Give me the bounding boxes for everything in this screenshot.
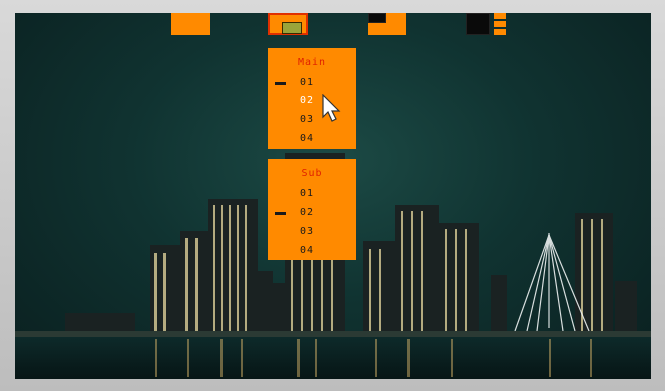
menu-item-label: 03 [300, 226, 315, 237]
sub-menu-title: Sub [301, 168, 323, 179]
sub-menu-item-03[interactable]: 03 [268, 223, 356, 241]
sub-menu-item-04[interactable]: 04 [268, 242, 356, 260]
main-menu-item-04[interactable]: 04 [268, 130, 356, 148]
sub-source-menu: Sub 01 02 03 04 [268, 159, 356, 260]
sub-menu-item-01[interactable]: 01 [268, 185, 356, 203]
menu-item-label: 04 [300, 245, 315, 256]
layout-pip-button[interactable] [268, 13, 308, 35]
layout-grid-icon [466, 13, 490, 35]
layout-split-button[interactable] [368, 13, 406, 35]
mouse-pointer-icon [322, 94, 341, 122]
main-menu-item-01[interactable]: 01 [268, 74, 356, 92]
layout-full-button[interactable] [171, 13, 210, 35]
sub-menu-item-02[interactable]: 02 [268, 204, 356, 222]
monitor-bezel: Main 01 02 03 04 Sub 01 02 03 04 [0, 0, 665, 391]
layout-grid-button[interactable] [466, 13, 506, 35]
selected-marker-icon [275, 82, 286, 85]
layout-split-icon [368, 13, 386, 23]
layout-pip-icon [282, 22, 302, 34]
menu-item-label: 04 [300, 133, 315, 144]
menu-item-label: 01 [300, 188, 315, 199]
selected-marker-icon [275, 212, 286, 215]
main-menu-title: Main [297, 57, 327, 68]
video-screen: Main 01 02 03 04 Sub 01 02 03 04 [15, 13, 651, 379]
menu-item-label: 03 [300, 114, 315, 125]
menu-item-label: 01 [300, 77, 315, 88]
menu-item-label: 02 [300, 95, 315, 106]
menu-item-label: 02 [300, 207, 315, 218]
